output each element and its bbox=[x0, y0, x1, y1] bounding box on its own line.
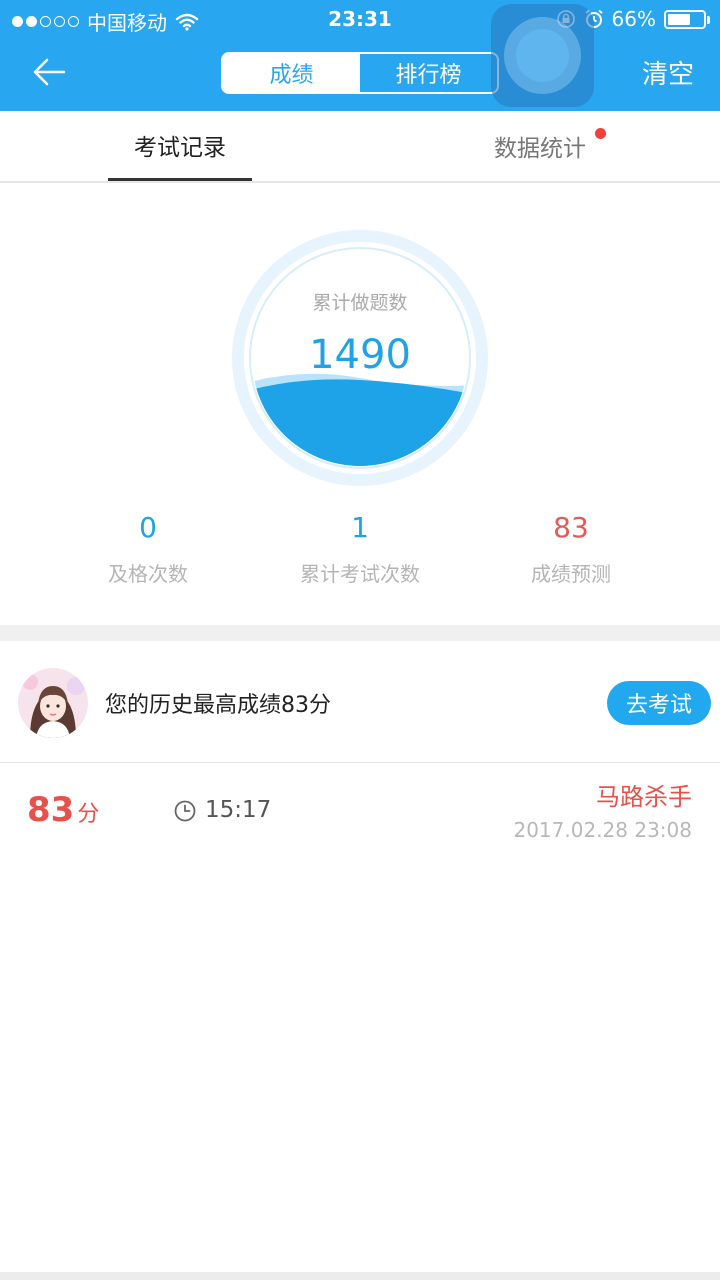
bottom-edge bbox=[0, 1272, 720, 1280]
gauge-value: 1490 bbox=[309, 332, 411, 378]
tab-exam-records[interactable]: 考试记录 bbox=[108, 111, 252, 181]
stat-score-prediction-label: 成绩预测 bbox=[531, 562, 611, 586]
app-header: 中国移动 23:31 66% 成绩 排行榜 清空 bbox=[0, 0, 720, 111]
record-duration: 15:17 bbox=[205, 797, 272, 823]
stat-exam-count-value: 1 bbox=[351, 511, 369, 544]
sub-tab-bar: 考试记录 数据统计 bbox=[0, 111, 720, 183]
stat-pass-count: 0 及格次数 bbox=[28, 508, 268, 587]
stat-score-prediction: 83 成绩预测 bbox=[451, 508, 691, 587]
record-score-value: 83 bbox=[27, 790, 75, 830]
status-bar: 中国移动 23:31 66% bbox=[0, 0, 720, 38]
stat-score-prediction-value: 83 bbox=[553, 511, 589, 544]
stat-pass-count-value: 0 bbox=[139, 511, 157, 544]
segment-ranking[interactable]: 排行榜 bbox=[360, 54, 497, 92]
clock-icon bbox=[174, 800, 196, 822]
stat-exam-count-label: 累计考试次数 bbox=[300, 562, 420, 586]
clear-button[interactable]: 清空 bbox=[642, 54, 694, 91]
assistive-touch-button[interactable] bbox=[491, 4, 594, 107]
record-score: 83 分 bbox=[27, 790, 99, 830]
notification-dot bbox=[595, 128, 606, 139]
gauge-label: 累计做题数 bbox=[312, 292, 408, 314]
segment-score[interactable]: 成绩 bbox=[223, 54, 360, 92]
avatar bbox=[18, 668, 88, 738]
section-divider bbox=[0, 625, 720, 641]
tab-data-statistics[interactable]: 数据统计 bbox=[470, 111, 610, 181]
battery-percent: 66% bbox=[611, 7, 656, 31]
stat-exam-count: 1 累计考试次数 bbox=[240, 508, 480, 587]
record-title: 马路杀手 bbox=[596, 783, 692, 811]
record-score-unit: 分 bbox=[77, 802, 100, 827]
segment-control: 成绩 排行榜 bbox=[221, 52, 499, 94]
go-exam-button[interactable]: 去考试 bbox=[607, 681, 711, 725]
best-score-text: 您的历史最高成绩83分 bbox=[105, 693, 331, 718]
assistive-touch-dot bbox=[516, 29, 569, 82]
best-score-row: 您的历史最高成绩83分 去考试 bbox=[0, 641, 720, 763]
battery-icon bbox=[664, 9, 710, 29]
back-arrow-icon[interactable] bbox=[28, 50, 72, 94]
tab-data-statistics-label: 数据统计 bbox=[494, 136, 586, 162]
record-date: 2017.02.28 23:08 bbox=[513, 818, 692, 842]
stat-pass-count-label: 及格次数 bbox=[108, 562, 188, 586]
